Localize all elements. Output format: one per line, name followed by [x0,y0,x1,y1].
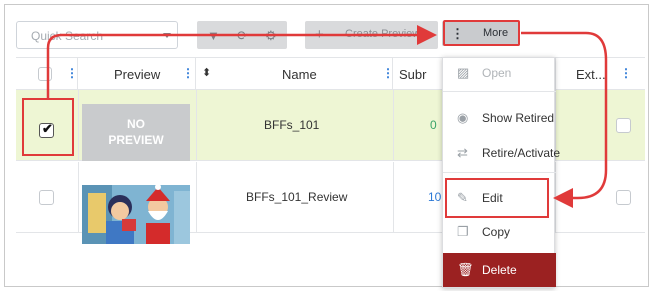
header-name-label: Name [282,67,317,82]
menu-item-show-retired[interactable]: ◉ Show Retired [443,104,556,132]
checkbox-highlight [22,98,74,156]
header-preview: Preview ⋮ [78,58,196,90]
swap-arrows-icon: ⇄ [457,145,468,160]
sort-icon[interactable]: ⬍ [202,66,211,79]
row-name: BFFs_101 [264,118,320,132]
refresh-icon[interactable]: ⟳ [237,28,248,44]
row-submission[interactable]: 0 [430,118,437,132]
edit-item-highlight [445,178,549,218]
menu-item-retire-activate[interactable]: ⇄ Retire/Activate [443,139,560,167]
header-ext: Ext... ⋮ [555,58,645,90]
header-preview-label: Preview [114,67,161,82]
preview-thumbnail [82,185,190,244]
image-icon: ▨ [457,65,470,80]
menu-item-delete[interactable]: 🗑 Delete [443,253,556,287]
select-all-checkbox[interactable] [38,67,52,81]
no-preview-thumbnail: NO PREVIEW [82,104,190,161]
row-name: BFFs_101_Review [246,190,348,204]
header-ext-label: Ext... [576,67,606,82]
column-menu-icon[interactable]: ⋮ [620,66,632,80]
create-preview-button[interactable]: + Create Preview [305,21,438,49]
row-submission[interactable]: 10 [428,190,441,204]
header-select-cell: ⋮ [16,58,78,90]
menu-item-label: Show Retired [482,111,555,125]
menu-item-label: Open [482,66,512,80]
menu-item-label: Delete [482,263,517,277]
column-menu-icon[interactable]: ⋮ [182,66,194,80]
create-preview-label: Create Preview [345,28,421,40]
more-dropdown-menu: ▨ Open ◉ Show Retired ⇄ Retire/Activate … [442,57,560,288]
plus-icon: + [315,26,324,43]
filter-icon[interactable]: ▼ [207,28,220,43]
settings-icon[interactable]: ⚙ [265,28,277,44]
eye-icon: ◉ [457,110,469,125]
header-submission-label: Subr [399,67,427,82]
copy-icon: ❐ [457,224,469,239]
filter-button-group: ▼ ⟳ ⚙ [197,21,287,49]
header-submission: Subr [393,58,442,90]
row-select-checkbox[interactable] [39,190,54,205]
menu-item-open[interactable]: ▨ Open [443,59,556,87]
row-ext-checkbox[interactable] [616,190,631,205]
column-menu-icon[interactable]: ⋮ [66,66,78,80]
more-button-highlight [443,20,520,46]
menu-item-label: Retire/Activate [482,146,561,160]
search-placeholder: Quick Search [31,29,104,43]
trash-icon: 🗑 [457,262,474,277]
header-name[interactable]: ⬍ Name ⋮ [196,58,394,90]
chevron-down-icon[interactable] [163,33,171,38]
row-ext-checkbox[interactable] [616,118,631,133]
menu-item-copy[interactable]: ❐ Copy [443,218,556,246]
quick-search-input[interactable]: Quick Search [16,21,178,49]
menu-item-label: Copy [482,225,511,239]
